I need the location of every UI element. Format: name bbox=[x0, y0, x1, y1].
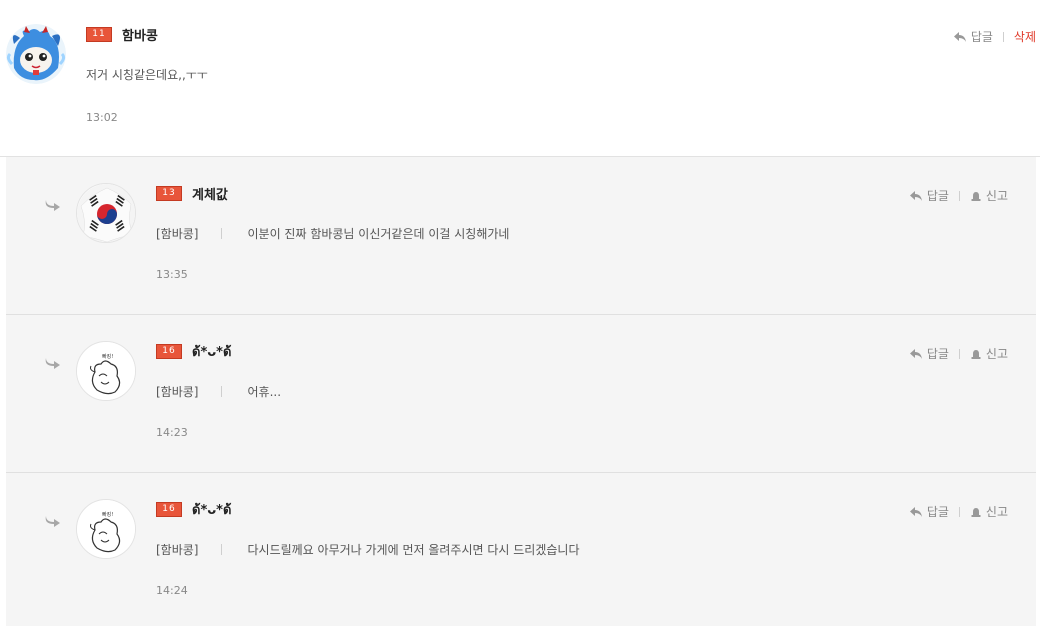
nickname[interactable]: 함바콩 bbox=[122, 25, 158, 44]
reply-meta: 16 ด้*ᴗ*ด้ bbox=[156, 341, 231, 361]
divider bbox=[221, 386, 223, 397]
level-badge: 13 bbox=[156, 185, 182, 201]
nickname[interactable]: ด้*ᴗ*ด้ bbox=[192, 499, 231, 520]
nickname[interactable]: ด้*ᴗ*ด้ bbox=[192, 341, 231, 362]
svg-text:빠킹!: 빠킹! bbox=[102, 353, 113, 360]
comment-text: 저거 시칭같은데요,,ㅜㅜ bbox=[86, 68, 208, 82]
report-button[interactable]: 신고 bbox=[970, 503, 1008, 520]
divider bbox=[221, 228, 223, 239]
comment-actions: 답글 삭제 bbox=[953, 28, 1036, 45]
korean-flag-avatar-icon[interactable] bbox=[76, 183, 136, 243]
reply-content: [함바콩] 어휴... bbox=[156, 383, 281, 400]
reply-time: 13:35 bbox=[156, 268, 188, 281]
delete-button[interactable]: 삭제 bbox=[1014, 28, 1036, 45]
siren-icon bbox=[971, 191, 981, 201]
reply-label: 답글 bbox=[926, 189, 949, 203]
report-label: 신고 bbox=[985, 347, 1008, 361]
report-label: 신고 bbox=[985, 505, 1008, 519]
siren-icon bbox=[971, 349, 981, 359]
reply-meta: 13 계체값 bbox=[156, 183, 228, 203]
reply-item: 빠킹! 16 ด้*ᴗ*ด้ [함바콩] 어휴... 14:23 답글 신고 bbox=[6, 315, 1036, 473]
divider bbox=[958, 190, 960, 201]
reply-arrow-icon bbox=[909, 190, 922, 201]
reply-meta: 16 ด้*ᴗ*ด้ bbox=[156, 499, 231, 519]
cartoon-character-avatar-icon[interactable]: 빠킹! bbox=[76, 499, 136, 559]
level-badge: 11 bbox=[86, 26, 112, 42]
reply-label: 답글 bbox=[926, 505, 949, 519]
report-button[interactable]: 신고 bbox=[970, 345, 1008, 362]
level-badge: 16 bbox=[156, 501, 182, 517]
reply-actions: 답글 신고 bbox=[909, 187, 1008, 204]
divider bbox=[1002, 31, 1004, 42]
divider bbox=[958, 506, 960, 517]
siren-icon bbox=[971, 507, 981, 517]
divider bbox=[221, 544, 223, 555]
report-label: 신고 bbox=[985, 189, 1008, 203]
mention-tag[interactable]: [함바콩] bbox=[156, 225, 198, 242]
report-button[interactable]: 신고 bbox=[970, 187, 1008, 204]
mention-tag[interactable]: [함바콩] bbox=[156, 383, 198, 400]
reply-button[interactable]: 답글 bbox=[953, 28, 993, 45]
reply-button[interactable]: 답글 bbox=[909, 345, 949, 362]
reply-label: 답글 bbox=[926, 347, 949, 361]
level-badge: 16 bbox=[156, 343, 182, 359]
comment-item: 11 함바콩 저거 시칭같은데요,,ㅜㅜ 13:02 답글 삭제 bbox=[0, 0, 1040, 157]
reply-text: 이분이 진짜 함바콩님 이신거같은데 이걸 시칭해가네 bbox=[247, 227, 510, 241]
reply-arrow-icon bbox=[953, 31, 966, 42]
mention-tag[interactable]: [함바콩] bbox=[156, 541, 198, 558]
reply-actions: 답글 신고 bbox=[909, 345, 1008, 362]
reply-indent-arrow-icon bbox=[45, 358, 60, 369]
reply-item: 빠킹! 16 ด้*ᴗ*ด้ [함바콩] 다시드릴께요 아무거나 가게에 먼저 … bbox=[6, 473, 1036, 626]
reply-indent-arrow-icon bbox=[45, 200, 60, 211]
reply-indent-arrow-icon bbox=[45, 516, 60, 527]
comment-list: 11 함바콩 저거 시칭같은데요,,ㅜㅜ 13:02 답글 삭제 13 계체값 … bbox=[0, 0, 1040, 626]
reply-actions: 답글 신고 bbox=[909, 503, 1008, 520]
reply-item: 13 계체값 [함바콩] 이분이 진짜 함바콩님 이신거같은데 이걸 시칭해가네… bbox=[6, 157, 1036, 315]
nickname[interactable]: 계체값 bbox=[192, 184, 228, 203]
cartoon-character-avatar-icon[interactable]: 빠킹! bbox=[76, 341, 136, 401]
reply-button[interactable]: 답글 bbox=[909, 187, 949, 204]
reply-time: 14:24 bbox=[156, 584, 188, 597]
divider bbox=[958, 348, 960, 359]
reply-arrow-icon bbox=[909, 348, 922, 359]
reply-text: 어휴... bbox=[247, 385, 282, 399]
svg-text:빠킹!: 빠킹! bbox=[102, 511, 113, 518]
reply-text: 다시드릴께요 아무거나 가게에 먼저 올려주시면 다시 드리겠습니다 bbox=[247, 543, 580, 557]
reply-time: 14:23 bbox=[156, 426, 188, 439]
reply-arrow-icon bbox=[909, 506, 922, 517]
reply-button[interactable]: 답글 bbox=[909, 503, 949, 520]
reply-content: [함바콩] 다시드릴께요 아무거나 가게에 먼저 올려주시면 다시 드리겠습니다 bbox=[156, 541, 580, 558]
comment-time: 13:02 bbox=[86, 111, 118, 124]
blue-dragon-avatar-icon[interactable] bbox=[6, 24, 66, 84]
reply-content: [함바콩] 이분이 진짜 함바콩님 이신거같은데 이걸 시칭해가네 bbox=[156, 225, 509, 242]
comment-meta: 11 함바콩 bbox=[86, 24, 158, 44]
reply-label: 답글 bbox=[970, 30, 993, 44]
